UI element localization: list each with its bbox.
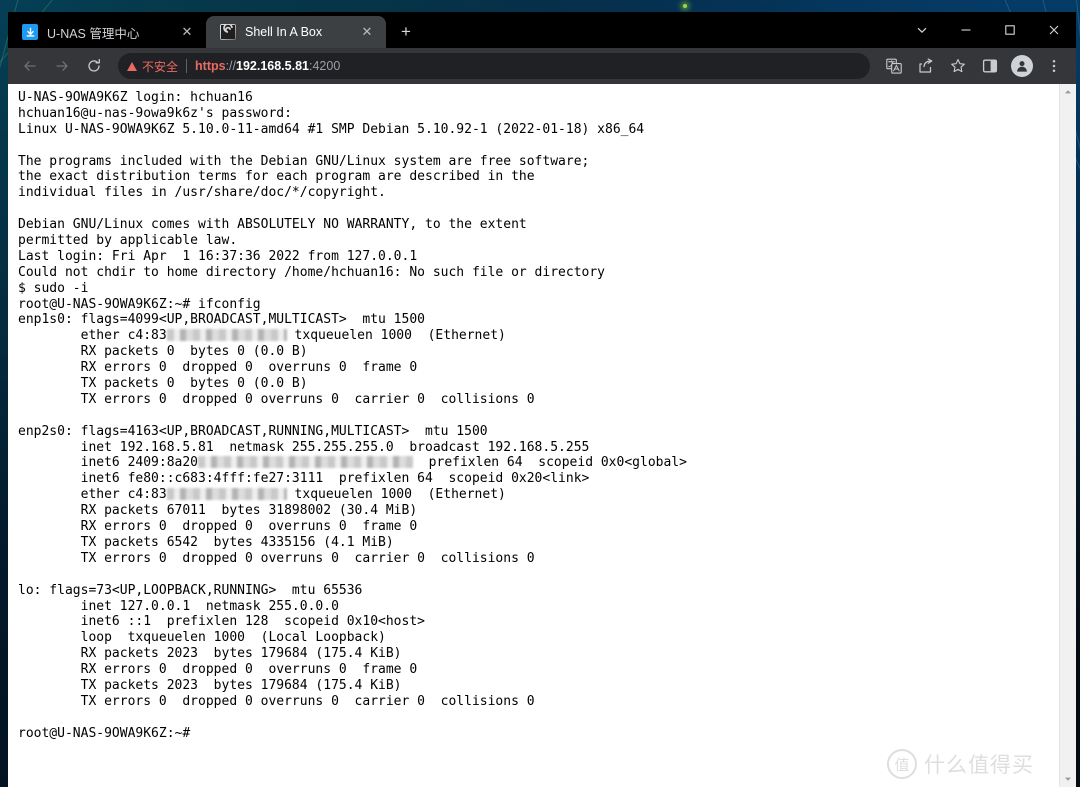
browser-toolbar: 不安全 https://192.168.5.81:4200 (8, 48, 1076, 84)
terminal-line: TX packets 0 bytes 0 (0.0 B) (18, 376, 308, 392)
terminal-line: Linux U-NAS-9OWA9K6Z 5.10.0-11-amd64 #1 … (18, 121, 645, 137)
terminal-line: ether c4:83 txqueuelen 1000 (Ethernet) (18, 487, 506, 503)
minimize-button-icon[interactable] (944, 12, 988, 48)
terminal-line: Debian GNU/Linux comes with ABSOLUTELY N… (18, 217, 527, 233)
terminal-line: RX packets 67011 bytes 31898002 (30.4 Mi… (18, 503, 418, 519)
url-host: 192.168.5.81 (236, 59, 309, 73)
page-viewport: U-NAS-9OWA9K6Z login: hchuan16 hchuan16@u… (8, 84, 1076, 787)
terminal-line: RX packets 0 bytes 0 (0.0 B) (18, 344, 308, 360)
translate-icon[interactable] (880, 52, 908, 80)
tab-unas-admin[interactable]: U-NAS 管理中心 ✕ (8, 16, 206, 48)
tab-close-icon[interactable]: ✕ (358, 23, 376, 41)
tab-title: U-NAS 管理中心 (47, 26, 140, 41)
shell-in-a-box-terminal[interactable]: U-NAS-9OWA9K6Z login: hchuan16 hchuan16@u… (8, 84, 1059, 787)
terminal-line: $ sudo -i (18, 280, 89, 296)
terminal-line: TX errors 0 dropped 0 overruns 0 carrier… (18, 693, 535, 709)
back-button-icon[interactable] (16, 52, 44, 80)
not-secure-warning-icon (127, 61, 137, 71)
tab-close-icon[interactable]: ✕ (178, 23, 196, 41)
scrollbar-down-arrow-icon[interactable] (1060, 771, 1076, 787)
security-status-label: 不安全 (142, 59, 179, 74)
terminal-line: root@U-NAS-9OWA9K6Z:~# ifconfig (18, 296, 261, 312)
page-scrollbar[interactable] (1059, 84, 1076, 787)
url-text: https://192.168.5.81:4200 (195, 59, 340, 73)
share-icon[interactable] (912, 52, 940, 80)
terminal-line: U-NAS-9OWA9K6Z login: hchuan16 (18, 90, 253, 105)
url-port: :4200 (309, 59, 341, 73)
url-separator: :// (225, 59, 236, 73)
bookmark-star-icon[interactable] (944, 52, 972, 80)
terminal-line: RX packets 2023 bytes 179684 (175.4 KiB) (18, 646, 402, 662)
redacted-text (166, 329, 287, 342)
toolbar-right-actions (878, 52, 1070, 80)
split-screen-icon[interactable] (976, 52, 1004, 80)
redacted-text (198, 456, 414, 469)
address-bar[interactable]: 不安全 https://192.168.5.81:4200 (118, 53, 870, 79)
terminal-line: lo: flags=73<UP,LOOPBACK,RUNNING> mtu 65… (18, 582, 363, 598)
maximize-button-icon[interactable] (988, 12, 1032, 48)
terminal-line: inet 127.0.0.1 netmask 255.0.0.0 (18, 598, 339, 614)
terminal-line: inet6 2409:8a20 prefixlen 64 scopeid 0x0… (18, 455, 687, 471)
unas-favicon-icon (22, 24, 38, 40)
terminal-line: inet6 ::1 prefixlen 128 scopeid 0x10<hos… (18, 614, 425, 630)
url-scheme: https (195, 59, 226, 73)
tab-title: Shell In A Box (245, 25, 323, 39)
terminal-line: RX errors 0 dropped 0 overruns 0 frame 0 (18, 360, 418, 376)
terminal-line: The programs included with the Debian GN… (18, 153, 590, 169)
terminal-line: enp1s0: flags=4099<UP,BROADCAST,MULTICAS… (18, 312, 425, 328)
terminal-line: the exact distribution terms for each pr… (18, 169, 535, 185)
forward-button-icon[interactable] (48, 52, 76, 80)
profile-avatar-icon[interactable] (1011, 55, 1033, 77)
terminal-line: Last login: Fri Apr 1 16:37:36 2022 from… (18, 248, 418, 264)
terminal-line: root@U-NAS-9OWA9K6Z:~# (18, 725, 191, 741)
terminal-line: Could not chdir to home directory /home/… (18, 264, 605, 280)
terminal-line: TX errors 0 dropped 0 overruns 0 carrier… (18, 550, 535, 566)
redacted-text (166, 488, 287, 501)
terminal-line: permitted by applicable law. (18, 233, 238, 249)
new-tab-button[interactable]: + (392, 18, 420, 46)
terminal-line: enp2s0: flags=4163<UP,BROADCAST,RUNNING,… (18, 423, 488, 439)
window-controls (900, 12, 1076, 48)
browser-menu-icon[interactable] (1040, 52, 1068, 80)
tab-strip: U-NAS 管理中心 ✕ Shell In A Box ✕ + (8, 12, 1076, 48)
terminal-line: TX errors 0 dropped 0 overruns 0 carrier… (18, 391, 535, 407)
terminal-line: ether c4:83 txqueuelen 1000 (Ethernet) (18, 328, 506, 344)
terminal-line: inet 192.168.5.81 netmask 255.255.255.0 … (18, 439, 590, 455)
reload-button-icon[interactable] (80, 52, 108, 80)
terminal-line: RX errors 0 dropped 0 overruns 0 frame 0 (18, 519, 418, 535)
terminal-line: inet6 fe80::c683:4fff:fe27:3111 prefixle… (18, 471, 590, 487)
tab-search-chevron-icon[interactable] (900, 12, 944, 48)
scrollbar-up-arrow-icon[interactable] (1060, 84, 1076, 100)
terminal-line: RX errors 0 dropped 0 overruns 0 frame 0 (18, 662, 418, 678)
terminal-line: hchuan16@u-nas-9owa9k6z's password: (18, 105, 292, 121)
terminal-line: loop txqueuelen 1000 (Local Loopback) (18, 630, 386, 646)
wallpaper-dot (683, 4, 687, 8)
tab-shell-in-a-box[interactable]: Shell In A Box ✕ (206, 16, 386, 48)
shell-in-a-box-favicon-icon (220, 24, 236, 40)
terminal-line: TX packets 6542 bytes 4335156 (4.1 MiB) (18, 534, 394, 550)
close-button-icon[interactable] (1032, 12, 1076, 48)
terminal-line: individual files in /usr/share/doc/*/cop… (18, 185, 386, 201)
terminal-line: TX packets 2023 bytes 179684 (175.4 KiB) (18, 677, 402, 693)
omnibox-divider (186, 59, 188, 73)
browser-window: U-NAS 管理中心 ✕ Shell In A Box ✕ + 不安全 http… (8, 12, 1076, 787)
